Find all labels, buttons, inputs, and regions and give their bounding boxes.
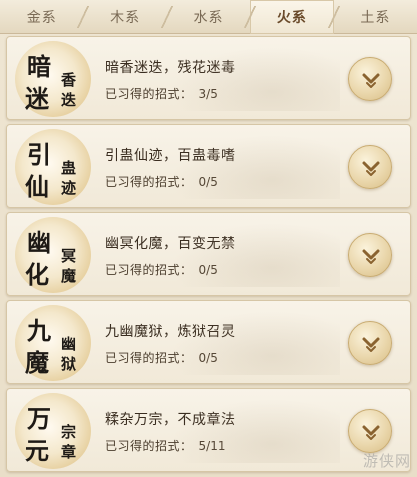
emblem-char: 狱: [61, 355, 77, 373]
tab-metal[interactable]: 金系: [0, 0, 83, 34]
skill-title: 暗香迷迭，残花迷毒: [105, 60, 236, 76]
progress-value: 0/5: [198, 175, 218, 189]
emblem-char: 元: [25, 436, 49, 465]
progress-value: 3/5: [198, 87, 218, 101]
emblem-char: 魔: [25, 348, 49, 377]
emblem-char: 幽: [27, 228, 51, 257]
emblem-char: 暗: [27, 52, 51, 81]
emblem-char: 迭: [61, 91, 77, 109]
skill-card[interactable]: 九 魔 幽 狱 九幽魔狱，炼狱召灵 已习得的招式： 0/5: [6, 300, 411, 384]
skill-emblem: 幽 化 冥 魔: [15, 217, 91, 293]
expand-button[interactable]: [348, 321, 392, 365]
skill-card[interactable]: 引 仙 蛊 迹 引蛊仙迹，百蛊毒嗜 已习得的招式： 0/5: [6, 124, 411, 208]
skill-title: 九幽魔狱，炼狱召灵: [105, 324, 236, 340]
emblem-char: 宗: [61, 423, 77, 441]
expand-button[interactable]: [348, 145, 392, 189]
emblem-char: 香: [61, 71, 77, 89]
emblem-char: 引: [27, 140, 51, 169]
progress-value: 0/5: [198, 263, 218, 277]
emblem-char: 冥: [61, 247, 77, 265]
chevron-down-icon: [362, 249, 380, 264]
expand-button[interactable]: [348, 57, 392, 101]
skill-emblem: 引 仙 蛊 迹: [15, 129, 91, 205]
expand-button[interactable]: [348, 409, 392, 453]
skill-card[interactable]: 暗 迷 香 迭 暗香迷迭，残花迷毒 已习得的招式： 3/5: [6, 36, 411, 120]
skill-panel: 金系 木系 水系 火系 土系 暗 迷 香 迭 暗香迷迭，残花迷毒 已习得的招式：…: [0, 0, 417, 477]
skill-title: 幽冥化魔，百变无禁: [105, 236, 236, 252]
emblem-char: 万: [27, 404, 51, 433]
skill-card[interactable]: 幽 化 冥 魔 幽冥化魔，百变无禁 已习得的招式： 0/5: [6, 212, 411, 296]
skill-progress: 已习得的招式： 0/5: [105, 349, 218, 366]
emblem-char: 魔: [61, 267, 77, 285]
progress-label: 已习得的招式：: [105, 439, 193, 453]
site-watermark: 游侠网: [362, 452, 411, 470]
skill-progress: 已习得的招式： 3/5: [105, 85, 218, 102]
chevron-down-icon: [362, 425, 380, 440]
emblem-char: 仙: [25, 172, 49, 201]
skill-title: 糅杂万宗，不成章法: [105, 412, 236, 428]
skill-progress: 已习得的招式： 5/11: [105, 437, 225, 454]
expand-button[interactable]: [348, 233, 392, 277]
emblem-char: 迷: [25, 84, 49, 113]
skill-emblem: 万 元 宗 章: [15, 393, 91, 469]
progress-value: 0/5: [198, 351, 218, 365]
emblem-char: 幽: [61, 335, 77, 353]
skill-card[interactable]: 万 元 宗 章 糅杂万宗，不成章法 已习得的招式： 5/11: [6, 388, 411, 472]
progress-label: 已习得的招式：: [105, 87, 193, 101]
progress-label: 已习得的招式：: [105, 175, 193, 189]
progress-label: 已习得的招式：: [105, 263, 193, 277]
skill-emblem: 九 魔 幽 狱: [15, 305, 91, 381]
emblem-char: 章: [61, 443, 77, 461]
chevron-down-icon: [362, 337, 380, 352]
emblem-char: 九: [27, 316, 51, 345]
skill-progress: 已习得的招式： 0/5: [105, 261, 218, 278]
skill-emblem: 暗 迷 香 迭: [15, 41, 91, 117]
element-tab-bar: 金系 木系 水系 火系 土系: [0, 0, 417, 34]
progress-value: 5/11: [198, 439, 226, 453]
tab-water[interactable]: 水系: [159, 0, 250, 34]
tab-fire[interactable]: 火系: [243, 0, 334, 34]
chevron-down-icon: [362, 161, 380, 176]
skill-progress: 已习得的招式： 0/5: [105, 173, 218, 190]
emblem-char: 迹: [61, 179, 77, 197]
tab-earth[interactable]: 土系: [326, 0, 417, 34]
emblem-char: 化: [25, 260, 49, 289]
chevron-down-icon: [362, 73, 380, 88]
skill-title: 引蛊仙迹，百蛊毒嗜: [105, 148, 236, 164]
progress-label: 已习得的招式：: [105, 351, 193, 365]
emblem-char: 蛊: [61, 159, 77, 177]
tab-wood[interactable]: 木系: [76, 0, 166, 34]
